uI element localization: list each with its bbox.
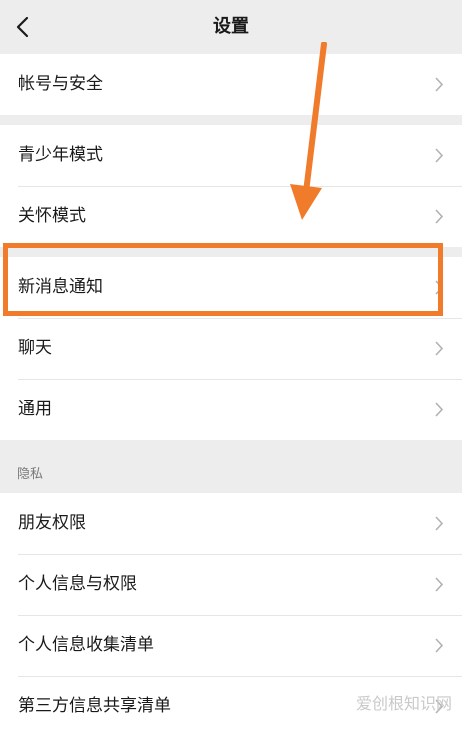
settings-item-personal-info-permissions[interactable]: 个人信息与权限 <box>0 554 462 615</box>
chevron-right-icon <box>435 402 444 417</box>
settings-item-chat[interactable]: 聊天 <box>0 318 462 379</box>
settings-item-label: 个人信息与权限 <box>18 574 137 594</box>
chevron-right-icon <box>435 638 444 653</box>
settings-item-label: 朋友权限 <box>18 513 86 533</box>
chevron-right-icon <box>435 341 444 356</box>
settings-item-label: 帐号与安全 <box>18 74 103 94</box>
chevron-right-icon <box>435 77 444 92</box>
settings-item-label: 个人信息收集清单 <box>18 635 154 655</box>
settings-item-general[interactable]: 通用 <box>0 379 462 440</box>
settings-item-label: 聊天 <box>18 338 52 358</box>
settings-item-care-mode[interactable]: 关怀模式 <box>0 186 462 247</box>
highlight-box <box>3 243 443 316</box>
settings-item-label: 通用 <box>18 399 52 419</box>
settings-item-label: 第三方信息共享清单 <box>18 696 171 716</box>
chevron-right-icon <box>435 209 444 224</box>
settings-item-account-security[interactable]: 帐号与安全 <box>0 54 462 115</box>
pointer-arrow-icon <box>290 42 327 220</box>
section-header-privacy: 隐私 <box>17 467 44 482</box>
account-group: 帐号与安全 <box>0 54 462 115</box>
mode-group: 青少年模式 关怀模式 <box>0 125 462 247</box>
watermark-text: 爱创根知识网 <box>355 694 452 713</box>
page-title: 设置 <box>213 16 249 37</box>
chevron-right-icon <box>435 148 444 163</box>
settings-item-label: 青少年模式 <box>18 145 103 165</box>
settings-item-teen-mode[interactable]: 青少年模式 <box>0 125 462 186</box>
settings-item-label: 关怀模式 <box>18 206 86 226</box>
chevron-right-icon <box>435 577 444 592</box>
settings-item-personal-info-collection[interactable]: 个人信息收集清单 <box>0 615 462 676</box>
chevron-right-icon <box>435 516 444 531</box>
settings-item-friend-permissions[interactable]: 朋友权限 <box>0 493 462 554</box>
navigation-bar: 设置 <box>0 0 462 54</box>
